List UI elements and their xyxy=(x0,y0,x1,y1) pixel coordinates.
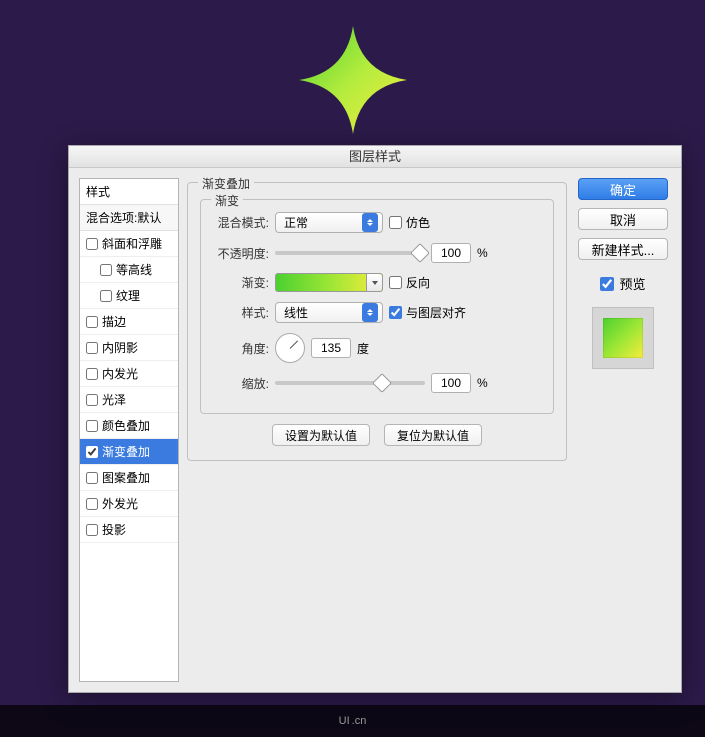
align-checkbox-input[interactable] xyxy=(389,306,402,319)
style-item-label: 等高线 xyxy=(116,261,152,278)
style-item-inner-shadow[interactable]: 内阴影 xyxy=(80,335,178,361)
scale-slider[interactable] xyxy=(275,381,425,385)
style-item-color-overlay[interactable]: 颜色叠加 xyxy=(80,413,178,439)
reverse-label: 反向 xyxy=(406,274,430,291)
style-item-label: 渐变叠加 xyxy=(102,443,150,460)
opacity-label: 不透明度: xyxy=(211,245,269,262)
style-item-label: 颜色叠加 xyxy=(102,417,150,434)
gradient-style-select[interactable]: 线性 xyxy=(275,302,383,323)
preview-checkbox-input[interactable] xyxy=(600,277,614,291)
style-item-label: 斜面和浮雕 xyxy=(102,235,162,252)
page-footer: UI.cn xyxy=(0,705,705,737)
blend-mode-value: 正常 xyxy=(284,214,356,231)
action-panel: 确定 取消 新建样式... 预览 xyxy=(575,178,671,682)
blend-mode-select[interactable]: 正常 xyxy=(275,212,383,233)
style-item-gradient-overlay[interactable]: 渐变叠加 xyxy=(80,439,178,465)
checkbox-gradient-overlay[interactable] xyxy=(86,446,98,458)
footer-suffix: .cn xyxy=(352,715,367,727)
reset-default-button[interactable]: 复位为默认值 xyxy=(384,424,482,446)
styles-list: 样式 混合选项:默认 斜面和浮雕 等高线 纹理 描边 内阴影 xyxy=(79,178,179,682)
checkbox-satin[interactable] xyxy=(86,394,98,406)
scale-label: 缩放: xyxy=(211,375,269,392)
angle-dial[interactable] xyxy=(275,333,305,363)
scale-input[interactable] xyxy=(431,373,471,393)
style-item-label: 图案叠加 xyxy=(102,469,150,486)
style-item-pattern-overlay[interactable]: 图案叠加 xyxy=(80,465,178,491)
layer-style-dialog: 图层样式 样式 混合选项:默认 斜面和浮雕 等高线 纹理 描边 xyxy=(68,145,682,693)
dither-checkbox[interactable]: 仿色 xyxy=(389,214,430,231)
make-default-button[interactable]: 设置为默认值 xyxy=(272,424,370,446)
opacity-unit: % xyxy=(477,246,488,260)
style-item-satin[interactable]: 光泽 xyxy=(80,387,178,413)
style-item-stroke[interactable]: 描边 xyxy=(80,309,178,335)
chevron-down-icon[interactable] xyxy=(366,274,382,291)
style-item-label: 内发光 xyxy=(102,365,138,382)
angle-unit: 度 xyxy=(357,340,369,357)
style-item-texture[interactable]: 纹理 xyxy=(80,283,178,309)
style-item-drop-shadow[interactable]: 投影 xyxy=(80,517,178,543)
inner-legend: 渐变 xyxy=(211,192,243,209)
settings-panel: 渐变叠加 渐变 混合模式: 正常 仿色 xyxy=(187,178,567,682)
align-checkbox[interactable]: 与图层对齐 xyxy=(389,304,466,321)
footer-brand: UI xyxy=(339,715,350,727)
style-item-outer-glow[interactable]: 外发光 xyxy=(80,491,178,517)
align-label: 与图层对齐 xyxy=(406,304,466,321)
checkbox-outer-glow[interactable] xyxy=(86,498,98,510)
new-style-button[interactable]: 新建样式... xyxy=(578,238,668,260)
preview-swatch-inner xyxy=(603,318,643,358)
checkbox-inner-shadow[interactable] xyxy=(86,342,98,354)
style-item-label: 光泽 xyxy=(102,391,126,408)
checkbox-texture[interactable] xyxy=(100,290,112,302)
checkbox-pattern-overlay[interactable] xyxy=(86,472,98,484)
style-item-contour[interactable]: 等高线 xyxy=(80,257,178,283)
style-item-bevel[interactable]: 斜面和浮雕 xyxy=(80,231,178,257)
styles-header[interactable]: 样式 xyxy=(80,179,178,205)
reverse-checkbox-input[interactable] xyxy=(389,276,402,289)
style-item-inner-glow[interactable]: 内发光 xyxy=(80,361,178,387)
style-item-label: 纹理 xyxy=(116,287,140,304)
angle-input[interactable] xyxy=(311,338,351,358)
preview-swatch xyxy=(592,307,654,369)
checkbox-color-overlay[interactable] xyxy=(86,420,98,432)
opacity-input[interactable] xyxy=(431,243,471,263)
style-item-label: 描边 xyxy=(102,313,126,330)
cancel-button[interactable]: 取消 xyxy=(578,208,668,230)
checkbox-drop-shadow[interactable] xyxy=(86,524,98,536)
dither-checkbox-input[interactable] xyxy=(389,216,402,229)
style-item-label: 投影 xyxy=(102,521,126,538)
ok-button[interactable]: 确定 xyxy=(578,178,668,200)
checkbox-stroke[interactable] xyxy=(86,316,98,328)
chevron-updown-icon xyxy=(362,303,378,322)
dither-label: 仿色 xyxy=(406,214,430,231)
gradient-label: 渐变: xyxy=(211,274,269,291)
blending-options-header[interactable]: 混合选项:默认 xyxy=(80,205,178,231)
gradient-picker[interactable] xyxy=(275,273,383,292)
scale-unit: % xyxy=(477,376,488,390)
panel-legend: 渐变叠加 xyxy=(198,175,254,192)
checkbox-inner-glow[interactable] xyxy=(86,368,98,380)
style-label: 样式: xyxy=(211,304,269,321)
opacity-slider[interactable] xyxy=(275,251,425,255)
dialog-title: 图层样式 xyxy=(69,146,681,168)
slider-thumb-icon[interactable] xyxy=(410,243,430,263)
checkbox-contour[interactable] xyxy=(100,264,112,276)
blend-mode-label: 混合模式: xyxy=(211,214,269,231)
angle-label: 角度: xyxy=(211,340,269,357)
chevron-updown-icon xyxy=(362,213,378,232)
slider-thumb-icon[interactable] xyxy=(372,373,392,393)
checkbox-bevel[interactable] xyxy=(86,238,98,250)
gradient-style-value: 线性 xyxy=(284,304,356,321)
style-item-label: 外发光 xyxy=(102,495,138,512)
preview-label: 预览 xyxy=(619,274,645,293)
preview-checkbox[interactable]: 预览 xyxy=(600,274,645,293)
style-item-label: 内阴影 xyxy=(102,339,138,356)
canvas-star-shape xyxy=(293,20,413,140)
reverse-checkbox[interactable]: 反向 xyxy=(389,274,430,291)
